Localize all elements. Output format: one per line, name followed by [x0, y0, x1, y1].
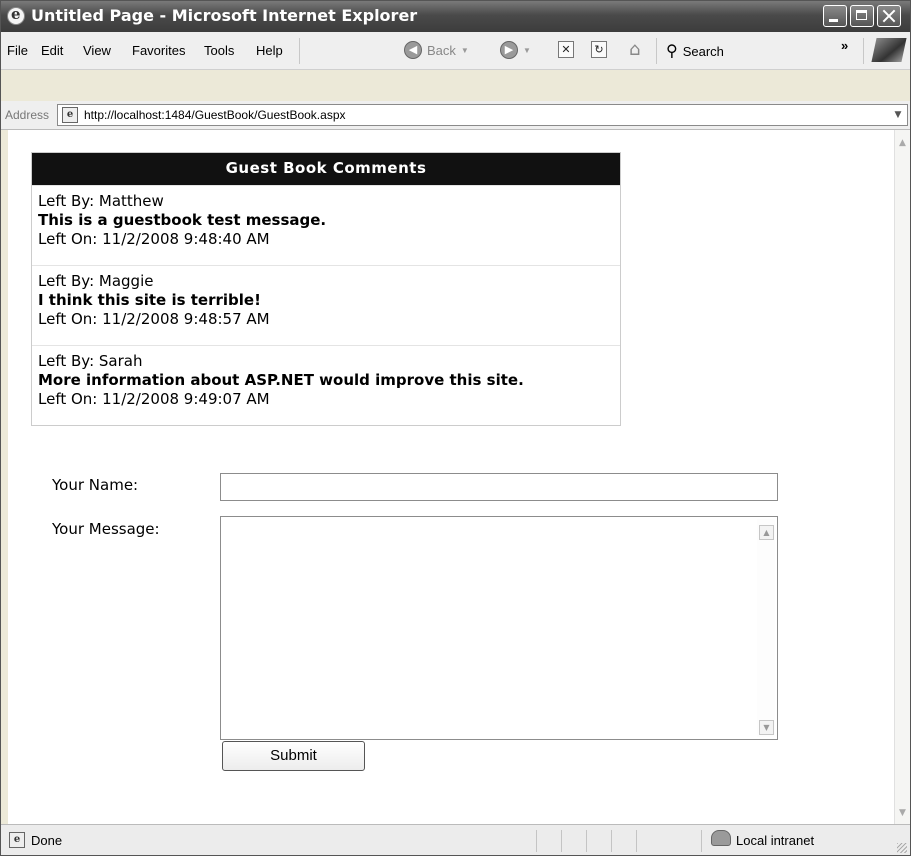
guestbook-header: Guest Book Comments — [32, 153, 620, 185]
toolbar-separator — [656, 38, 657, 64]
forward-arrow-icon: ▶ — [500, 41, 518, 59]
menu-favorites[interactable]: Favorites — [132, 43, 185, 58]
minimize-button[interactable] — [823, 5, 847, 27]
toolbar-overflow-button[interactable]: » — [841, 38, 848, 53]
entry-message: This is a guestbook test message. — [38, 211, 327, 229]
back-arrow-icon: ◀ — [404, 41, 422, 59]
message-textarea[interactable]: ▲ ▼ — [220, 516, 778, 740]
menu-toolbar: File Edit View Favorites Tools Help ◀ Ba… — [1, 32, 910, 70]
entry-left-by: Left By: Maggie — [38, 272, 154, 290]
intranet-icon — [711, 830, 731, 846]
textarea-scrollbar[interactable]: ▲ ▼ — [757, 519, 775, 737]
entry-left-by: Left By: Matthew — [38, 192, 164, 210]
status-separator — [561, 830, 562, 852]
chevron-down-icon[interactable]: ▼ — [523, 46, 531, 55]
menu-file[interactable]: File — [7, 43, 28, 58]
toolbar-separator — [299, 38, 300, 64]
entry-left-on: Left On: 11/2/2008 9:48:57 AM — [38, 310, 270, 328]
status-separator — [586, 830, 587, 852]
entry-message: More information about ASP.NET would imp… — [38, 371, 524, 389]
entry-left-by: Left By: Sarah — [38, 352, 143, 370]
menu-view[interactable]: View — [83, 43, 111, 58]
address-url[interactable]: http://localhost:1484/GuestBook/GuestBoo… — [84, 108, 346, 122]
name-input[interactable] — [220, 473, 778, 501]
magnifier-icon: ⚲ — [666, 43, 678, 60]
ie-logo-icon — [7, 5, 25, 25]
guestbook-entry: Left By: Matthew This is a guestbook tes… — [32, 185, 620, 265]
toolbar-separator — [863, 38, 864, 64]
ie-page-icon: e — [9, 832, 25, 848]
submit-button[interactable]: Submit — [222, 741, 365, 771]
windows-logo-icon — [871, 38, 907, 62]
entry-left-on: Left On: 11/2/2008 9:48:40 AM — [38, 230, 270, 248]
scroll-up-icon[interactable]: ▲ — [895, 135, 910, 151]
menu-help[interactable]: Help — [256, 43, 283, 58]
menu-tools[interactable]: Tools — [204, 43, 234, 58]
scroll-up-icon[interactable]: ▲ — [759, 525, 774, 540]
stop-icon[interactable]: ✕ — [558, 41, 574, 58]
name-label: Your Name: — [52, 476, 139, 494]
close-button[interactable] — [877, 5, 901, 27]
forward-button[interactable]: ▶ ▼ — [500, 41, 531, 59]
window-title: Untitled Page - Microsoft Internet Explo… — [31, 6, 418, 25]
status-bar: e Done Local intranet — [1, 824, 910, 855]
menu-edit[interactable]: Edit — [41, 43, 63, 58]
chevron-down-icon[interactable]: ▼ — [461, 46, 469, 55]
back-label: Back — [427, 42, 456, 58]
refresh-icon[interactable]: ↻ — [591, 41, 607, 58]
entry-message: I think this site is terrible! — [38, 291, 261, 309]
address-label: Address — [5, 108, 50, 122]
status-separator — [636, 830, 637, 852]
ie-page-icon: e — [62, 107, 78, 123]
status-separator — [611, 830, 612, 852]
search-button[interactable]: ⚲ Search — [666, 41, 724, 61]
scroll-down-icon[interactable]: ▼ — [895, 805, 910, 821]
scroll-down-icon[interactable]: ▼ — [759, 720, 774, 735]
security-zone: Local intranet — [736, 833, 815, 848]
page-content: Guest Book Comments Left By: Matthew Thi… — [8, 130, 894, 824]
title-bar[interactable]: Untitled Page - Microsoft Internet Explo… — [1, 1, 910, 32]
guestbook-entry: Left By: Sarah More information about AS… — [32, 345, 620, 425]
address-field[interactable]: e http://localhost:1484/GuestBook/GuestB… — [57, 104, 908, 126]
home-icon[interactable]: ⌂ — [629, 39, 640, 60]
back-button[interactable]: ◀ Back ▼ — [404, 41, 469, 59]
status-separator — [536, 830, 537, 852]
address-dropdown-icon[interactable]: ▼ — [890, 106, 906, 124]
browser-window: Untitled Page - Microsoft Internet Explo… — [0, 0, 911, 856]
search-label: Search — [682, 43, 724, 59]
status-text: Done — [31, 833, 63, 848]
resize-grip-icon[interactable] — [897, 843, 907, 853]
guestbook-entry: Left By: Maggie I think this site is ter… — [32, 265, 620, 345]
message-label: Your Message: — [52, 520, 160, 538]
maximize-button[interactable] — [850, 5, 874, 27]
guestbook-table: Guest Book Comments Left By: Matthew Thi… — [31, 152, 621, 426]
address-bar: Address e http://localhost:1484/GuestBoo… — [1, 101, 910, 130]
page-scrollbar[interactable]: ▲ ▼ — [894, 130, 910, 824]
status-separator — [701, 830, 702, 852]
entry-left-on: Left On: 11/2/2008 9:49:07 AM — [38, 390, 270, 408]
